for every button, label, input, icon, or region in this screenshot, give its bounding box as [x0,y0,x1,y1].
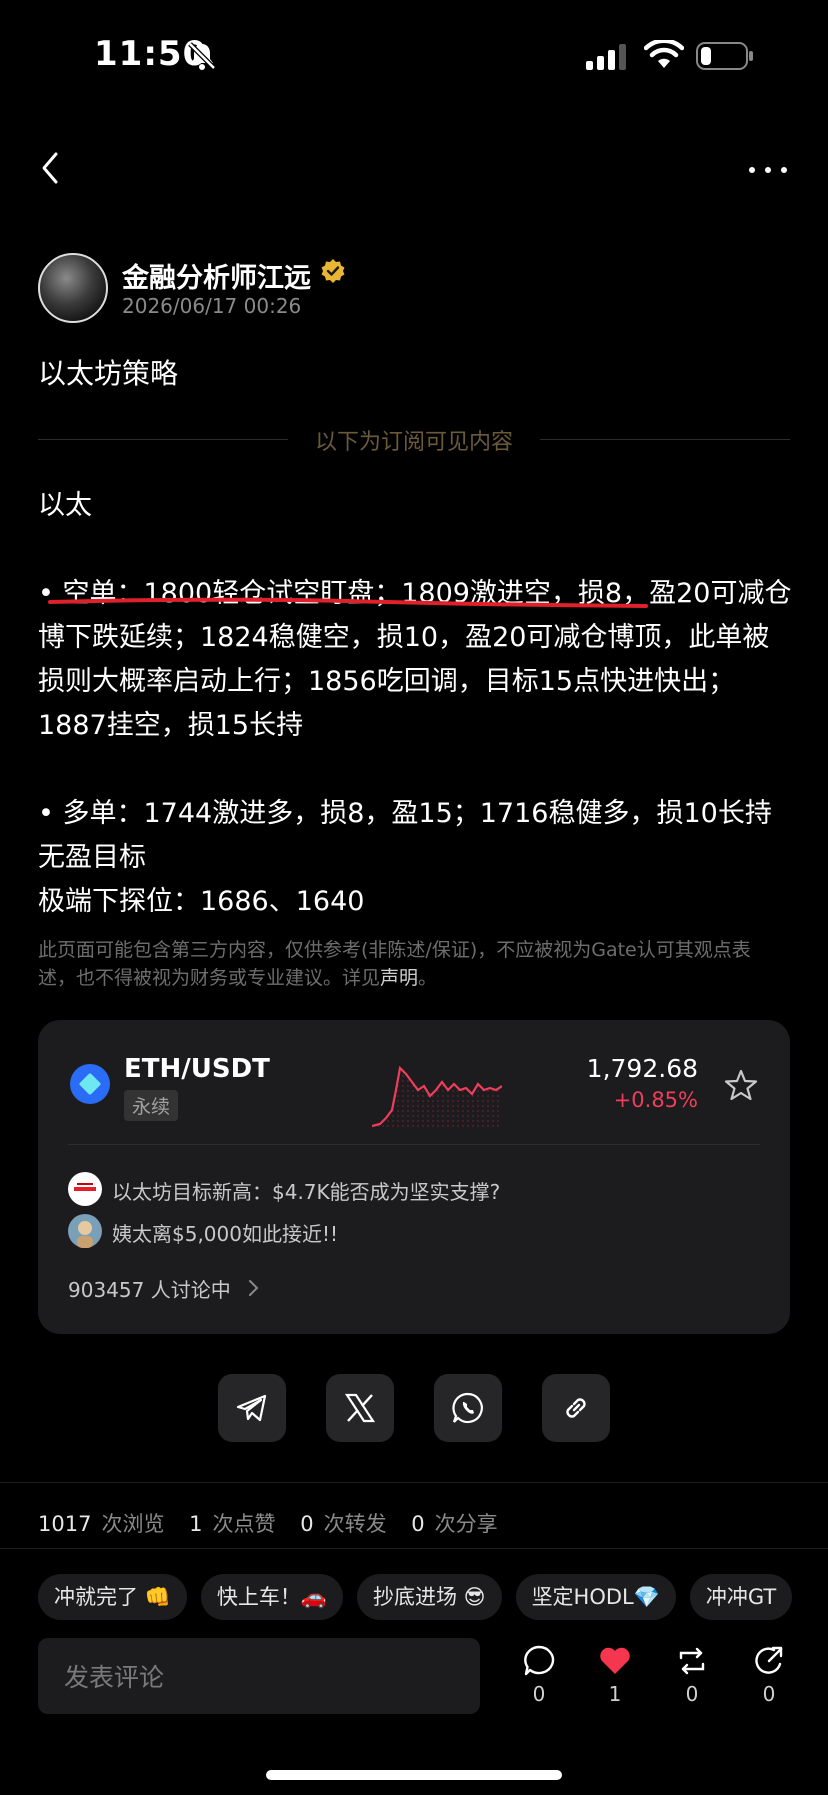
news-title: 姨太离$5,000如此接近!! [112,1222,339,1246]
more-options-icon[interactable] [746,150,790,190]
link-icon [566,1398,586,1418]
subscriber-divider: 以下为订阅可见内容 [38,424,790,455]
comment-input[interactable]: 发表评论 [38,1638,480,1714]
trading-pair: ETH/USDT [124,1054,270,1084]
eth-coin-icon [70,1064,110,1104]
quick-reply-chip[interactable]: 冲冲GT [689,1574,793,1620]
quick-reply-chips: 冲就完了 👊 快上车！🚗 抄底进场 😎 坚定HODL💎 冲冲GT [38,1574,828,1622]
post-stats: 1017 次浏览 1 次点赞 0 次转发 0 次分享 [38,1508,516,1538]
news-source-icon [68,1172,102,1206]
content-heading: 以太 [38,490,92,521]
favorite-star-icon[interactable] [724,1068,758,1102]
bell-muted-icon [188,42,216,70]
wifi-icon [644,40,684,68]
like-count: 1 [608,1682,622,1706]
content-extreme-levels: 极端下探位：1686、1640 [38,886,365,917]
post-title: 以太坊策略 [38,357,179,390]
heart-icon [600,1647,630,1674]
author-name[interactable]: 金融分析师江远 [122,256,311,295]
battery-icon [696,42,753,70]
current-price: 1,792.68 [586,1054,698,1083]
share-count: 0 [762,1682,776,1706]
news-source-avatar [68,1214,102,1248]
repost-count: 0 [685,1682,699,1706]
x-icon [344,1393,376,1423]
comment-placeholder: 发表评论 [64,1663,165,1692]
discussion-count[interactable]: 903457 人讨论中 [68,1274,231,1303]
quick-reply-chip[interactable]: 抄底进场 😎 [356,1574,502,1620]
share-link-button[interactable] [542,1374,610,1442]
shares-count: 0 [411,1512,425,1536]
likes-count: 1 [189,1512,203,1536]
share-action[interactable]: 0 [744,1644,794,1706]
reposts-label: 次转发 [323,1512,387,1536]
disclaimer-end: 。 [418,967,438,989]
share-telegram-button[interactable] [218,1374,286,1442]
views-label: 次浏览 [101,1512,165,1536]
shares-label: 次分享 [434,1512,498,1536]
chevron-right-icon[interactable] [246,1278,260,1298]
news-title: 以太坊目标新高：$4.7K能否成为坚实支撑? [112,1180,501,1204]
red-underline-annotation [48,597,648,608]
subscriber-divider-label: 以下为订阅可见内容 [314,430,513,455]
repost-icon [679,1647,705,1675]
content-long-orders: • 多单：1744激进多，损8，盈15；1716稳健多，损10长持无盈目标 [38,798,772,873]
market-card[interactable]: ETH/USDT 永续 1,792.68 +0.85% 以太坊目标新高：$4.7… [38,1020,790,1334]
top-nav [0,140,828,200]
quick-reply-chip[interactable]: 冲就完了 👊 [38,1574,187,1620]
section-divider [0,1548,828,1549]
repost-action[interactable]: 0 [667,1644,717,1706]
post-date: 2026/06/17 00:26 [122,294,302,318]
verified-badge-icon [321,259,345,283]
whatsapp-icon [452,1392,483,1424]
views-count: 1017 [38,1512,92,1536]
share-row [218,1374,610,1444]
disclaimer: 此页面可能包含第三方内容，仅供参考(非陈述/保证)，不应被视为Gate认可其观点… [38,936,778,992]
home-indicator[interactable] [266,1770,562,1780]
comment-action[interactable]: 0 [514,1644,564,1706]
share-x-button[interactable] [326,1374,394,1442]
comment-count: 0 [532,1682,546,1706]
disclaimer-link[interactable]: 声明 [380,967,418,989]
contract-type-badge: 永续 [124,1090,179,1121]
card-divider [68,1144,760,1145]
author-avatar[interactable] [38,253,108,323]
section-divider [0,1482,828,1483]
post-content: 以太 • 空单：1800轻仓试空盯盘；1809激进空，损8，盈20可减仓博下跌延… [38,484,794,924]
share-whatsapp-button[interactable] [434,1374,502,1442]
comment-bubble-icon [524,1645,555,1676]
price-sparkline [372,1065,502,1130]
back-arrow-icon[interactable] [36,148,66,188]
likes-label: 次点赞 [212,1512,276,1536]
price-change: +0.85% [613,1088,698,1112]
telegram-icon [236,1394,267,1422]
cellular-signal-icon [586,44,626,70]
status-bar: 11:50 [0,0,828,110]
quick-reply-chip[interactable]: 快上车！🚗 [200,1574,343,1620]
reposts-count: 0 [300,1512,314,1536]
share-arrow-icon [755,1646,783,1674]
quick-reply-chip[interactable]: 坚定HODL💎 [515,1574,676,1620]
like-action[interactable]: 1 [590,1644,640,1706]
